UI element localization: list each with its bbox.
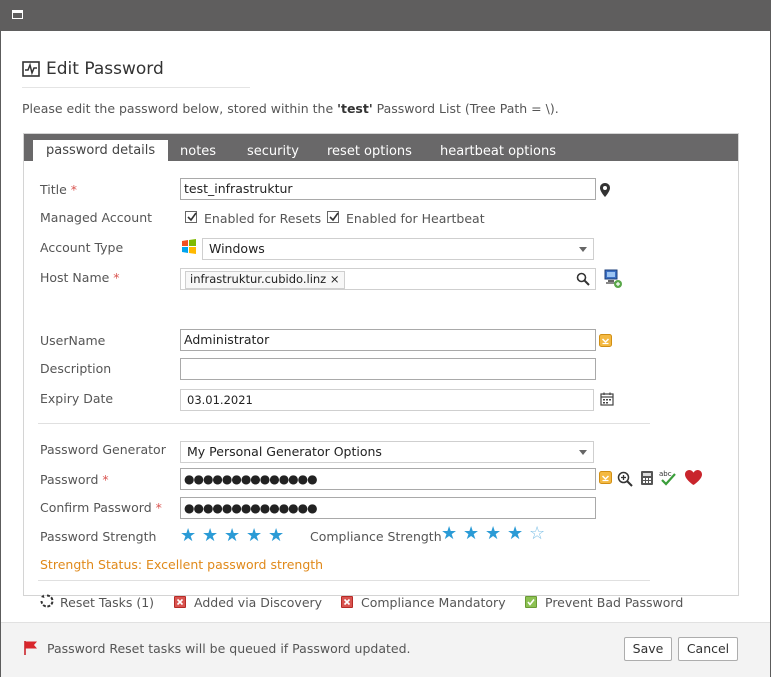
confirm-password-label: Confirm Password *	[40, 500, 162, 515]
cancel-button[interactable]: Cancel	[678, 637, 738, 661]
star-filled-icon: ★	[224, 525, 241, 546]
network-computer-icon[interactable]	[602, 268, 624, 290]
star-empty-icon: ☆	[529, 523, 546, 544]
star-filled-icon: ★	[180, 525, 197, 546]
calculator-icon[interactable]	[640, 470, 654, 486]
star-filled-icon: ★	[268, 525, 285, 546]
password-input[interactable]: ●●●●●●●●●●●●●●	[180, 468, 596, 490]
expiry-date-label: Expiry Date	[40, 391, 114, 406]
section-divider	[38, 580, 650, 581]
tab-reset-options[interactable]: reset options	[327, 142, 412, 161]
user-lookup-icon[interactable]	[599, 334, 612, 347]
svg-text:abc: abc	[659, 470, 672, 478]
star-filled-icon: ★	[485, 523, 502, 544]
check-icon	[525, 596, 537, 608]
account-type-select[interactable]: Windows	[202, 238, 594, 260]
edit-password-dialog: Edit Password Please edit the password b…	[1, 31, 770, 677]
favorite-heart-icon[interactable]	[684, 469, 703, 486]
footer-message: Password Reset tasks will be queued if P…	[47, 641, 411, 656]
expiry-date-input[interactable]: 03.01.2021	[180, 389, 594, 411]
calendar-icon[interactable]	[600, 392, 614, 406]
username-input[interactable]: Administrator	[180, 329, 596, 351]
search-icon[interactable]	[576, 272, 590, 286]
username-label: UserName	[40, 333, 106, 348]
password-label: Password *	[40, 472, 109, 487]
star-filled-icon: ★	[463, 523, 480, 544]
password-strength-label: Password Strength	[40, 529, 157, 544]
tab-bar: password details notes security reset op…	[24, 134, 738, 161]
intro-text: Please edit the password below, stored w…	[22, 101, 559, 116]
enabled-resets-checkbox[interactable]	[185, 211, 197, 223]
tab-password-details[interactable]: password details	[33, 140, 169, 161]
star-filled-icon: ★	[441, 523, 458, 544]
dialog-heading: Edit Password	[22, 59, 164, 79]
star-filled-icon: ★	[246, 525, 263, 546]
prevent-bad-password-label: Prevent Bad Password	[545, 595, 684, 610]
window-icon	[12, 10, 23, 19]
star-filled-icon: ★	[202, 525, 219, 546]
chevron-down-icon	[579, 450, 587, 455]
page-title: Edit Password	[46, 59, 164, 79]
dialog-footer: Password Reset tasks will be queued if P…	[1, 622, 770, 677]
window-titlebar	[0, 0, 771, 31]
enabled-resets-label: Enabled for Resets	[204, 211, 322, 226]
windows-logo-icon	[182, 239, 196, 254]
activity-icon	[22, 61, 40, 77]
password-lookup-icon[interactable]	[599, 471, 612, 484]
tab-panel: password details notes security reset op…	[23, 133, 739, 610]
title-input[interactable]: test_infrastruktur	[180, 178, 596, 200]
flag-icon	[24, 641, 37, 655]
section-divider	[38, 423, 650, 424]
description-label: Description	[40, 361, 112, 376]
close-icon	[341, 596, 353, 608]
refresh-icon	[40, 594, 54, 608]
save-button[interactable]: Save	[624, 637, 672, 661]
managed-account-label: Managed Account	[40, 210, 153, 225]
star-filled-icon: ★	[507, 523, 524, 544]
enabled-heartbeat-checkbox[interactable]	[327, 211, 339, 223]
host-name-label: Host Name *	[40, 270, 120, 285]
heading-divider	[22, 87, 250, 88]
password-generator-label: Password Generator	[40, 442, 166, 457]
account-type-label: Account Type	[40, 240, 124, 255]
enabled-heartbeat-label: Enabled for Heartbeat	[346, 211, 485, 226]
added-via-discovery-label: Added via Discovery	[194, 595, 323, 610]
title-label: Title *	[40, 182, 78, 197]
remove-tag-icon[interactable]: ×	[330, 272, 340, 286]
strength-status: Strength Status: Excellent password stre…	[40, 557, 324, 572]
close-icon	[174, 596, 186, 608]
compliance-mandatory-label: Compliance Mandatory	[361, 595, 506, 610]
list-name: 'test'	[337, 101, 373, 116]
description-input[interactable]	[180, 358, 596, 380]
confirm-password-input[interactable]: ●●●●●●●●●●●●●●	[180, 497, 596, 519]
host-name-input[interactable]: infrastruktur.cubido.linz ×	[180, 268, 596, 290]
chevron-down-icon	[579, 247, 587, 252]
zoom-in-icon[interactable]	[617, 471, 633, 487]
host-tag: infrastruktur.cubido.linz ×	[185, 271, 345, 289]
password-generator-select[interactable]: My Personal Generator Options	[180, 441, 594, 463]
tab-security[interactable]: security	[247, 142, 299, 161]
tab-heartbeat-options[interactable]: heartbeat options	[440, 142, 556, 161]
reset-tasks-link[interactable]: Reset Tasks (1)	[60, 595, 154, 610]
tab-notes[interactable]: notes	[180, 142, 216, 161]
map-pin-icon[interactable]	[599, 182, 611, 198]
spell-check-icon[interactable]: abc	[658, 468, 678, 486]
compliance-strength-label: Compliance Strength	[310, 529, 442, 544]
